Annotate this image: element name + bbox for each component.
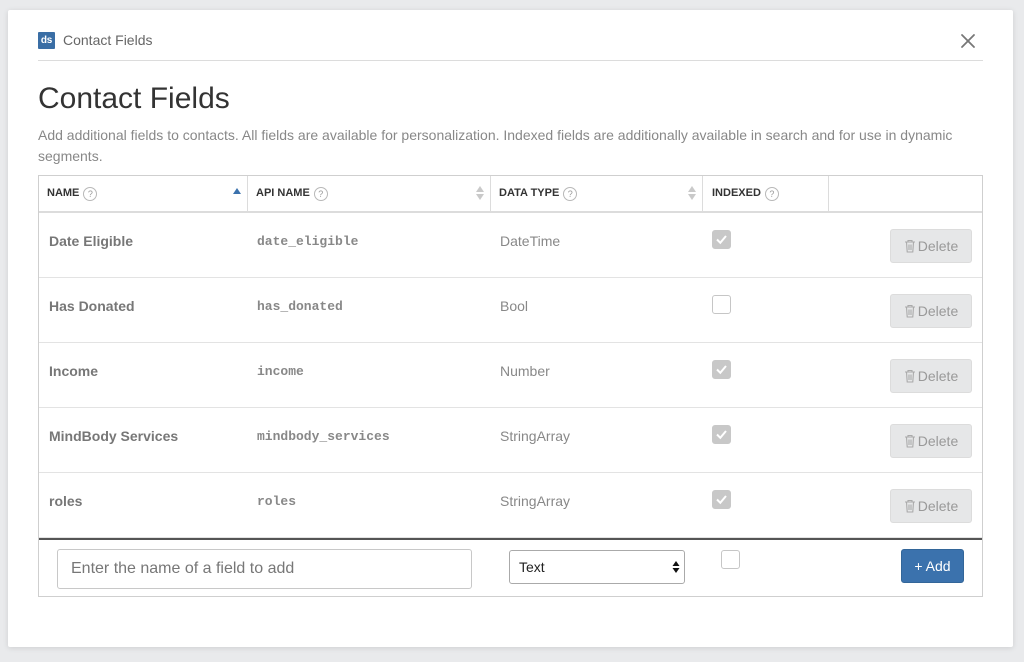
sort-icon <box>688 186 696 200</box>
sort-icon <box>476 186 484 200</box>
checkmark-icon <box>716 365 727 375</box>
delete-button[interactable]: Delete <box>890 424 972 458</box>
trash-icon <box>904 239 915 253</box>
field-name: Income <box>49 363 99 379</box>
table-row: Date Eligible date_eligible DateTime Delete <box>39 213 982 278</box>
field-api-name: income <box>257 364 304 379</box>
field-data-type: Number <box>500 363 550 379</box>
field-name: MindBody Services <box>49 428 179 444</box>
column-header-actions <box>829 176 982 211</box>
field-api-name: roles <box>257 494 297 509</box>
trash-icon <box>904 369 915 383</box>
trash-icon <box>904 304 915 318</box>
column-header-indexed: INDEXED? <box>703 176 829 211</box>
new-field-name-input[interactable] <box>57 549 472 589</box>
field-api-name: mindbody_services <box>257 429 390 444</box>
field-name: roles <box>49 493 83 509</box>
indexed-checkbox <box>712 360 731 379</box>
help-icon[interactable]: ? <box>563 186 578 201</box>
trash-icon <box>904 499 915 513</box>
field-api-name: has_donated <box>257 299 343 314</box>
field-name: Date Eligible <box>49 233 134 249</box>
help-icon[interactable]: ? <box>83 186 98 201</box>
delete-button[interactable]: Delete <box>890 294 972 328</box>
column-header-api-name[interactable]: API NAME? <box>248 176 491 211</box>
checkmark-icon <box>716 235 727 245</box>
indexed-checkbox <box>712 425 731 444</box>
column-header-data-type[interactable]: DATA TYPE? <box>491 176 703 211</box>
add-field-row: Text + Add <box>39 538 982 596</box>
delete-button-label: Delete <box>917 238 959 254</box>
select-arrows-icon <box>672 561 680 573</box>
column-header-label: NAME <box>47 187 80 199</box>
indexed-checkbox <box>712 230 731 249</box>
field-data-type: Bool <box>500 298 529 314</box>
add-field-button[interactable]: + Add <box>901 549 964 583</box>
checkmark-icon <box>716 495 727 505</box>
page-description: Add additional fields to contacts. All f… <box>38 127 953 164</box>
table-header: NAME? API NAME? DATA TYPE? INDEXED ? <box>39 176 982 213</box>
sort-ascending-icon <box>233 188 241 194</box>
modal-header-title: Contact Fields <box>63 32 153 48</box>
contact-fields-modal: ds Contact Fields Contact Fields Add add… <box>8 10 1013 647</box>
indexed-checkbox <box>712 295 731 314</box>
page-title: Contact Fields <box>38 82 230 115</box>
delete-button[interactable]: Delete <box>890 489 972 523</box>
help-icon[interactable]: ? <box>313 186 328 201</box>
field-name: Has Donated <box>49 298 135 314</box>
delete-button-label: Delete <box>917 498 959 514</box>
field-data-type: StringArray <box>500 493 571 509</box>
contact-fields-table: NAME? API NAME? DATA TYPE? INDEXED ? Dat… <box>38 175 983 597</box>
table-row: Income income Number Delete <box>39 343 982 408</box>
delete-button[interactable]: Delete <box>890 359 972 393</box>
table-row: MindBody Services mindbody_services String… <box>39 408 982 473</box>
field-data-type: DateTime <box>500 233 561 249</box>
table-row: Has Donated has_donated Bool Delete <box>39 278 982 343</box>
ds-logo: ds <box>38 32 55 49</box>
column-header-name[interactable]: NAME? <box>39 176 248 211</box>
new-field-indexed-checkbox[interactable] <box>721 550 740 569</box>
delete-button-label: Delete <box>917 433 959 449</box>
column-header-label: INDEXED <box>712 187 761 199</box>
field-data-type: StringArray <box>500 428 571 444</box>
delete-button[interactable]: Delete <box>890 229 972 263</box>
close-icon[interactable] <box>957 30 979 52</box>
help-icon[interactable]: ? <box>764 186 779 201</box>
trash-icon <box>904 434 915 448</box>
field-api-name: date_eligible <box>257 234 359 249</box>
data-type-select[interactable]: Text <box>509 550 685 584</box>
table-row: roles roles StringArray Delete <box>39 473 982 538</box>
indexed-checkbox <box>712 490 731 509</box>
delete-button-label: Delete <box>917 368 959 384</box>
data-type-select-value: Text <box>519 559 545 575</box>
checkmark-icon <box>716 430 727 440</box>
column-header-label: API NAME <box>256 187 310 199</box>
column-header-label: DATA TYPE <box>499 187 560 199</box>
modal-header: ds Contact Fields <box>38 32 983 61</box>
delete-button-label: Delete <box>917 303 959 319</box>
